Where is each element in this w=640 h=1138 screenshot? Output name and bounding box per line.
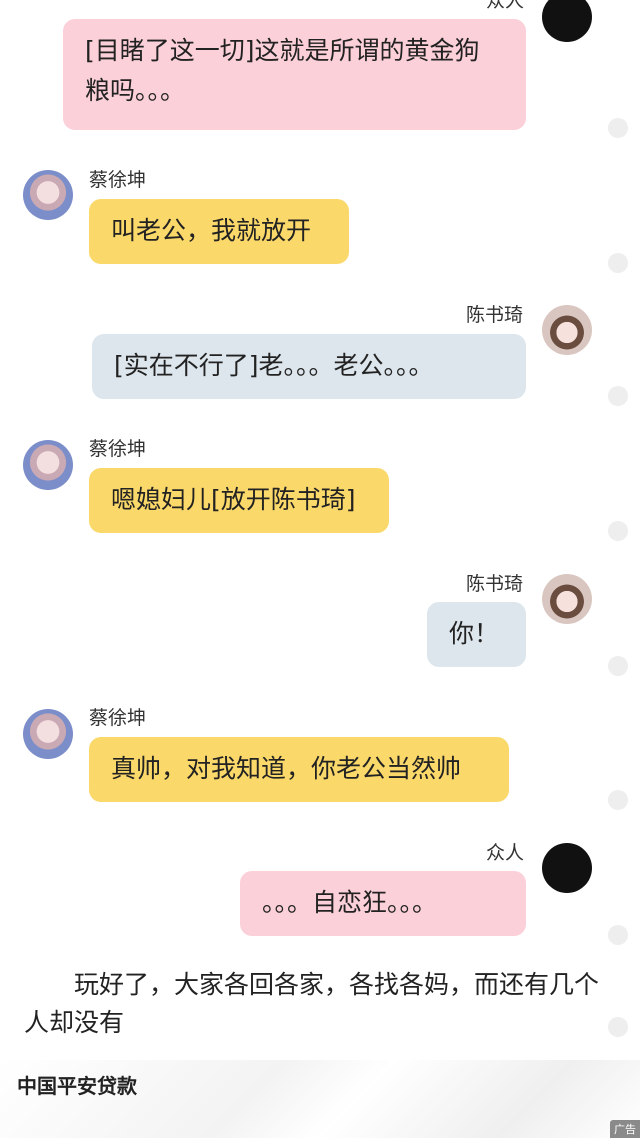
chat-bubble: 你！ <box>427 602 526 667</box>
chat-bubble: 叫老公，我就放开 <box>89 199 349 264</box>
kun-avatar[interactable] <box>23 170 73 220</box>
comment-dot[interactable] <box>608 925 628 945</box>
qi-avatar[interactable] <box>542 305 592 355</box>
chat-bubble: 嗯媳妇儿[放开陈书琦] <box>89 468 389 533</box>
chat-bubble: [实在不行了]老。。。老公。。。 <box>92 334 526 399</box>
sender-name: 众人 <box>486 0 525 12</box>
comment-dot[interactable] <box>608 1017 628 1037</box>
comment-dot[interactable] <box>608 386 628 406</box>
sender-name: 蔡徐坤 <box>89 438 147 460</box>
chat-bubble: [目睹了这一切]这就是所谓的黄金狗粮吗。。。 <box>63 19 526 130</box>
sender-name: 众人 <box>486 842 525 864</box>
chat-bubble: 真帅，对我知道，你老公当然帅 <box>89 737 509 802</box>
story-paragraph: 玩好了，大家各回各家，各找各妈，而还有几个人却没有 <box>24 970 600 1037</box>
sender-name: 陈书琦 <box>466 304 524 326</box>
comment-dot[interactable] <box>608 521 628 541</box>
sender-name: 蔡徐坤 <box>89 169 147 191</box>
crowd-avatar[interactable] <box>542 0 592 42</box>
ad-banner[interactable]: 中国平安贷款 广告 <box>0 1060 640 1138</box>
kun-avatar[interactable] <box>23 440 73 490</box>
comment-dot[interactable] <box>608 253 628 273</box>
ad-title: 中国平安贷款 <box>17 1074 137 1098</box>
comment-dot[interactable] <box>608 656 628 676</box>
comment-dot[interactable] <box>608 118 628 138</box>
kun-avatar[interactable] <box>23 709 73 759</box>
chat-bubble: 。。。自恋狂。。。 <box>240 871 526 936</box>
comment-dot[interactable] <box>608 790 628 810</box>
crowd-avatar[interactable] <box>542 843 592 893</box>
sender-name: 陈书琦 <box>466 573 524 595</box>
qi-avatar[interactable] <box>542 574 592 624</box>
sender-name: 蔡徐坤 <box>89 707 147 729</box>
ad-label: 广告 <box>610 1120 640 1138</box>
